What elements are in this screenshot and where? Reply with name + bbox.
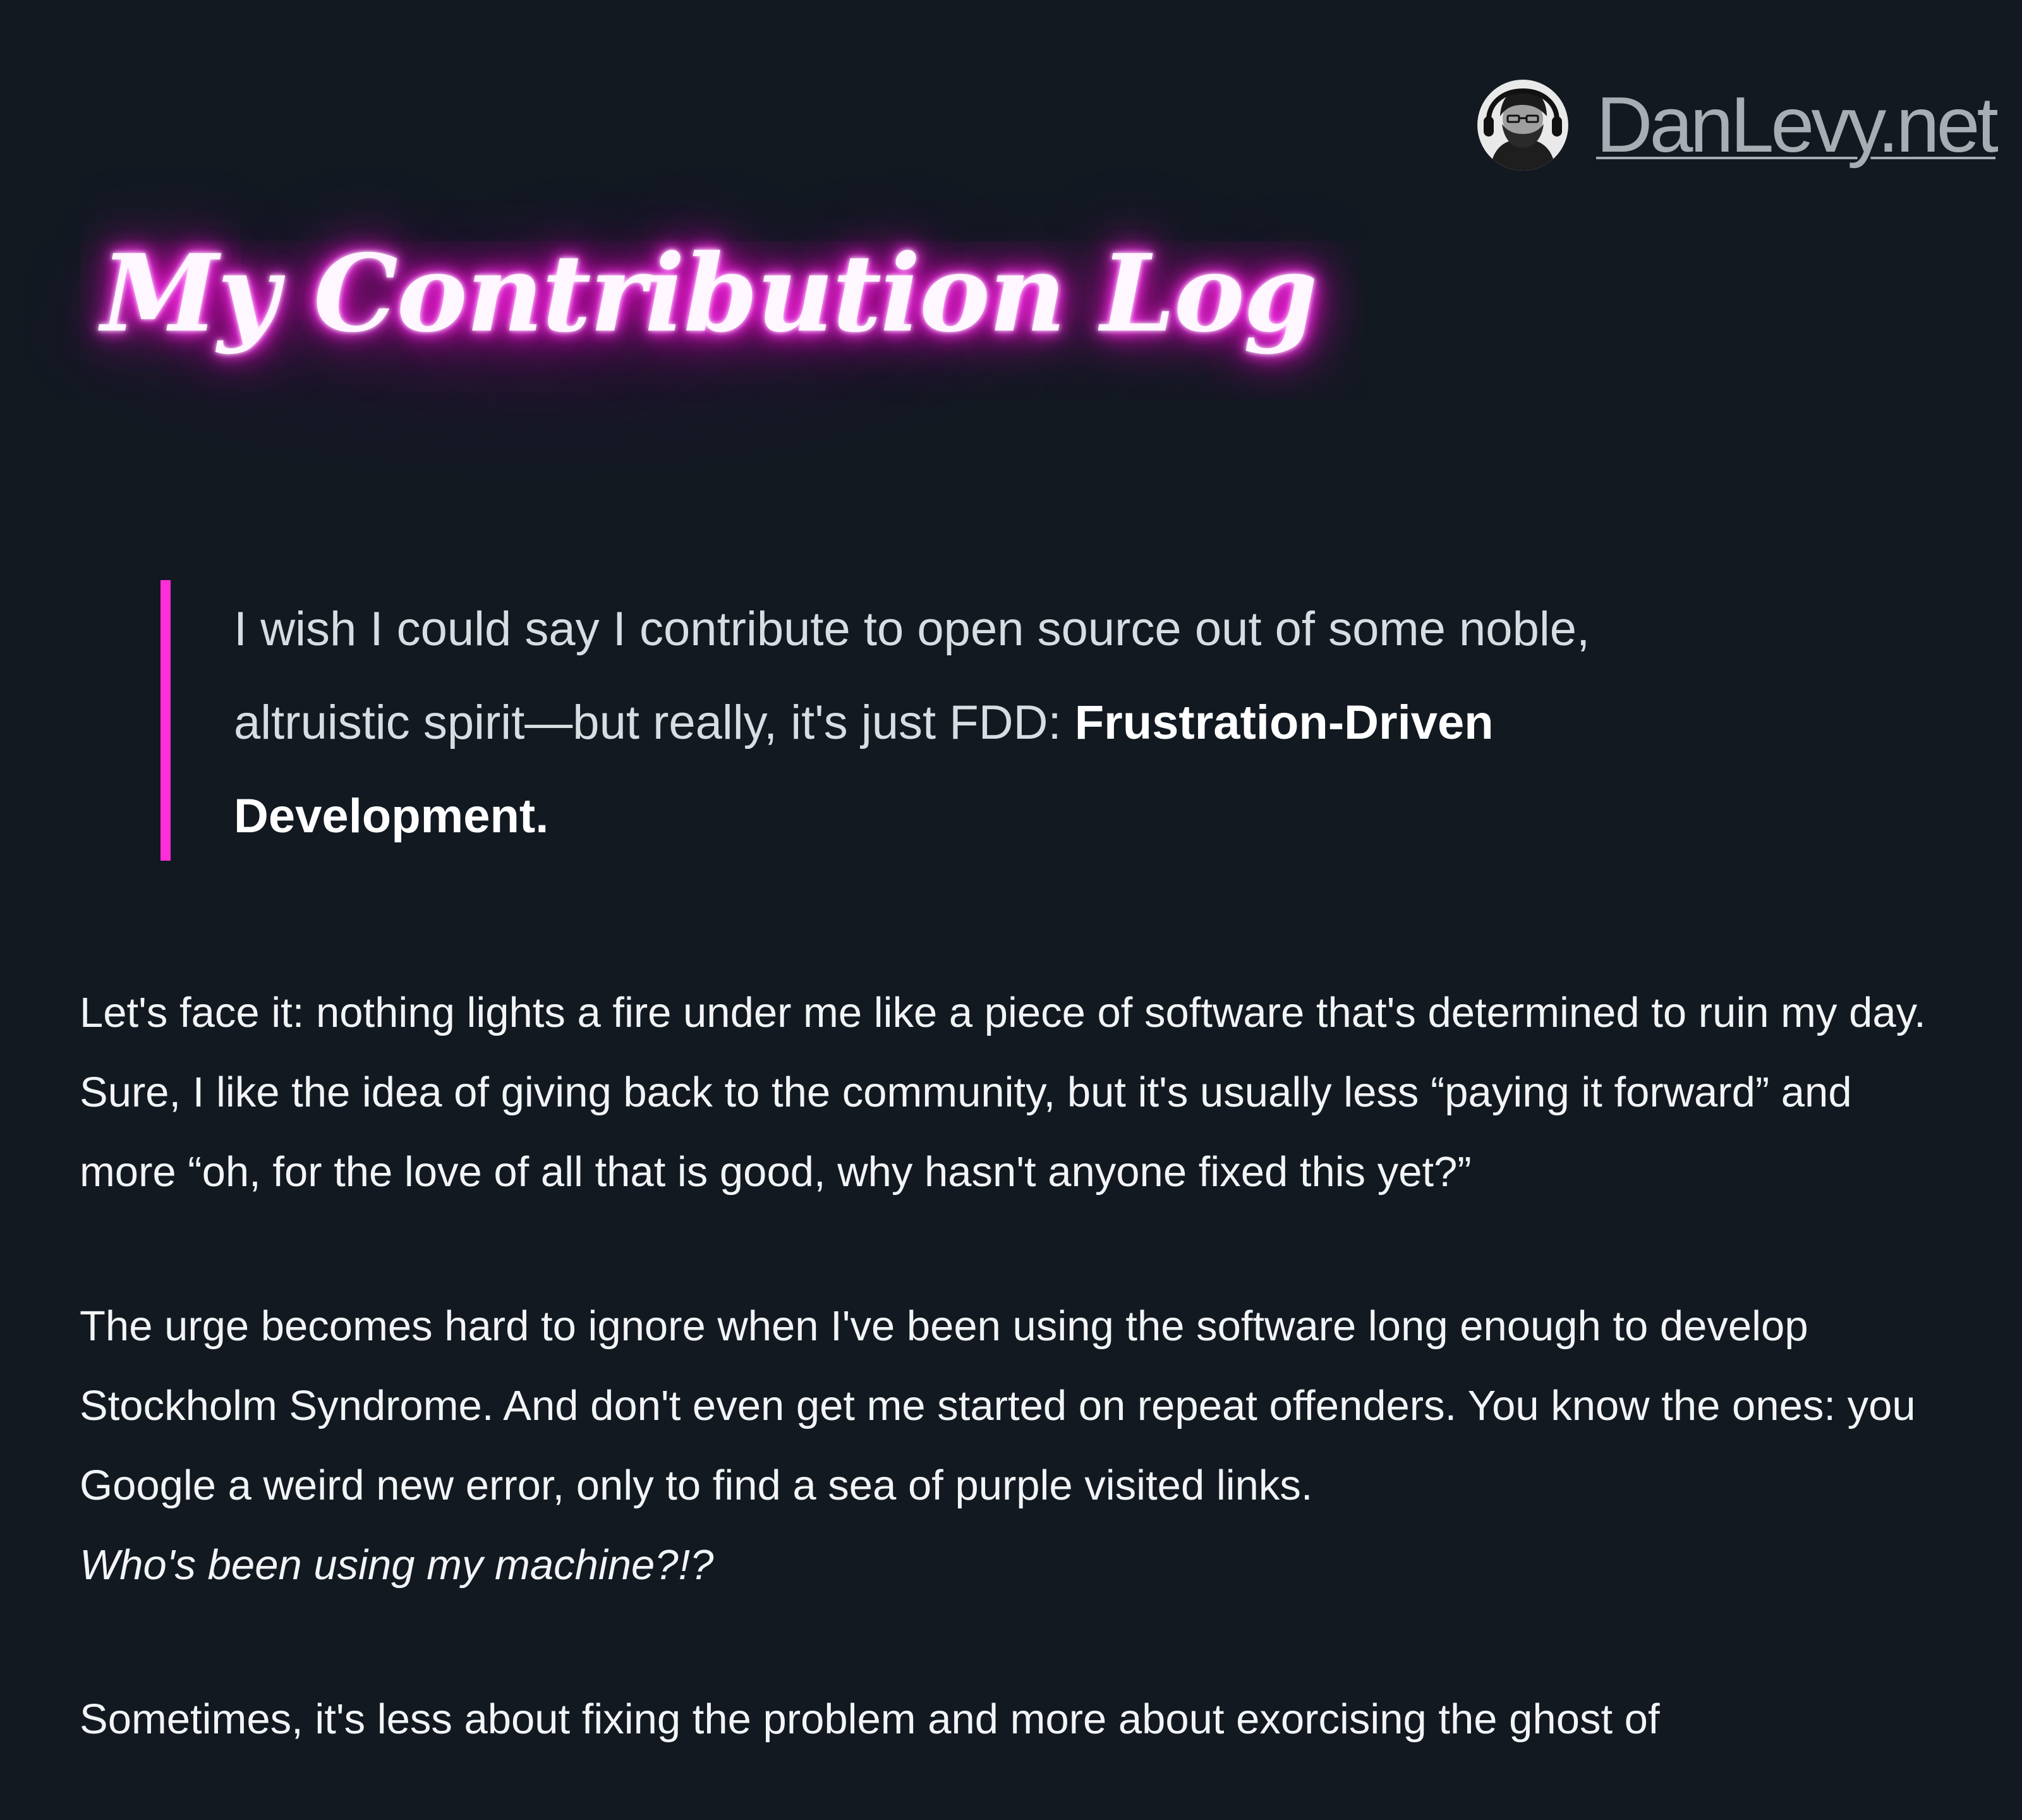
article-italic-line: Who's been using my machine?!?: [80, 1541, 714, 1589]
article-paragraph-2: The urge becomes hard to ignore when I'v…: [80, 1287, 1944, 1605]
avatar[interactable]: [1477, 80, 1568, 171]
article-paragraph-3: Sometimes, it's less about fixing the pr…: [80, 1696, 1660, 1743]
avatar-icon: [1477, 80, 1568, 171]
article-paragraph-1: Let's face it: nothing lights a fire und…: [80, 989, 1926, 1196]
article-paragraph-2-text: The urge becomes hard to ignore when I'v…: [80, 1302, 1916, 1509]
page: DanLevy.net My Contribution Log I wish I…: [0, 0, 2022, 1820]
article-body: Let's face it: nothing lights a fire und…: [80, 973, 1944, 1820]
site-header: DanLevy.net: [1477, 75, 1999, 176]
pull-quote: I wish I could say I contribute to open …: [160, 580, 1728, 861]
pull-quote-text: I wish I could say I contribute to open …: [234, 583, 1728, 863]
page-title: My Contribution Log: [101, 231, 1317, 356]
site-brand-link[interactable]: DanLevy.net: [1596, 86, 1999, 164]
